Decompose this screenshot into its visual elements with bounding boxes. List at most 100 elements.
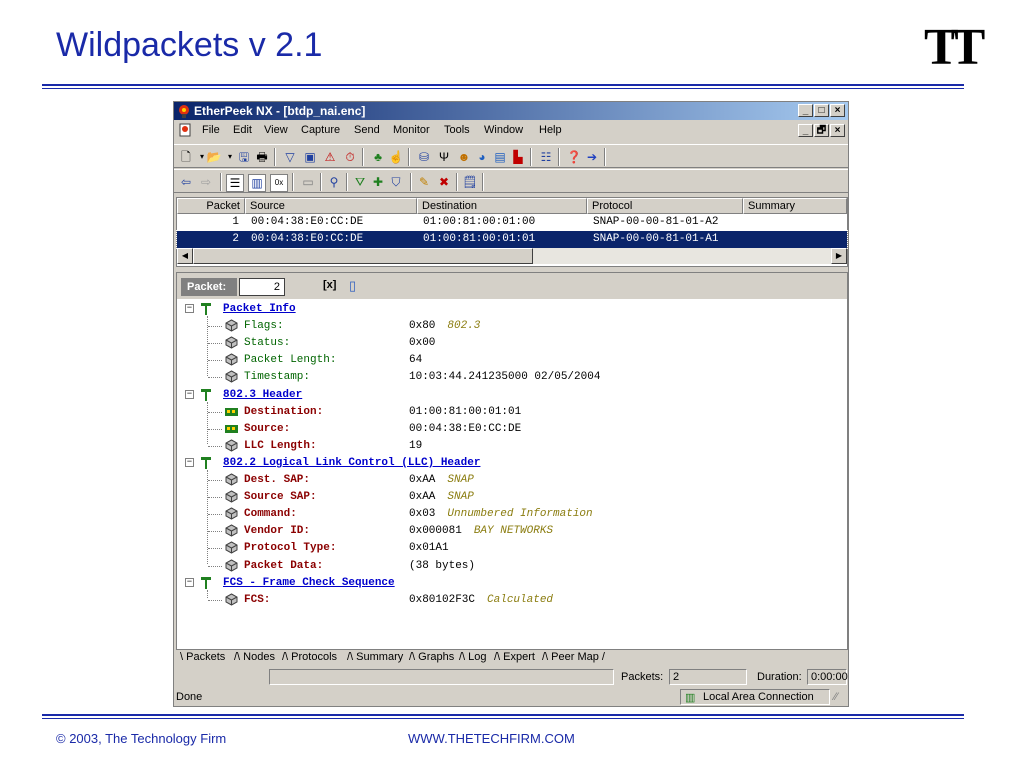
- tree-field-row[interactable]: Source: 00:04:38:E0:CC:DE: [177, 421, 847, 438]
- shield-icon[interactable]: ⛉: [388, 174, 404, 190]
- tab-packets[interactable]: \ Packets: [180, 651, 225, 663]
- tree-field-row[interactable]: LLC Length: 19: [177, 438, 847, 455]
- doc-close-button[interactable]: ×: [830, 124, 845, 137]
- minimize-button[interactable]: _: [798, 104, 813, 117]
- tree-field-row[interactable]: Command: 0x03 Unnumbered Information: [177, 506, 847, 523]
- help-icon[interactable]: ❓: [566, 149, 582, 165]
- section-title[interactable]: 802.2 Logical Link Control (LLC) Header: [223, 457, 480, 469]
- title-bar[interactable]: EtherPeek NX - [btdp_nai.enc] _ □ ×: [174, 102, 848, 120]
- scroll-thumb[interactable]: [193, 248, 533, 264]
- delete-icon[interactable]: ✖: [436, 174, 452, 190]
- tree-field-row[interactable]: Packet Length: 64: [177, 352, 847, 369]
- tab-log[interactable]: /\ Log: [459, 651, 487, 663]
- packet-number-input[interactable]: 2: [239, 278, 285, 296]
- tree-field-row[interactable]: Dest. SAP: 0xAA SNAP: [177, 472, 847, 489]
- back-icon[interactable]: ⇦: [178, 174, 194, 190]
- print-icon[interactable]: 🖶: [254, 149, 270, 165]
- tab-nodes[interactable]: /\ Nodes: [234, 651, 275, 663]
- column-summary[interactable]: Summary: [743, 198, 847, 214]
- menu-edit[interactable]: Edit: [233, 124, 252, 136]
- column-packet[interactable]: Packet: [177, 198, 245, 214]
- column-protocol[interactable]: Protocol: [587, 198, 743, 214]
- properties-icon[interactable]: ☷: [538, 149, 554, 165]
- column-destination[interactable]: Destination: [417, 198, 587, 214]
- tab-graphs[interactable]: /\ Graphs: [409, 651, 454, 663]
- menu-view[interactable]: View: [264, 124, 288, 136]
- close-decode-icon[interactable]: [x]: [323, 279, 336, 291]
- doc-minimize-button[interactable]: _: [798, 124, 813, 137]
- menu-capture[interactable]: Capture: [301, 124, 340, 136]
- document-icon[interactable]: [178, 123, 192, 137]
- tree-section-header[interactable]: − 802.3 Header: [177, 387, 847, 404]
- new-icon[interactable]: 🗋: [178, 149, 194, 165]
- menu-window[interactable]: Window: [484, 124, 523, 136]
- tab-peer-map[interactable]: /\ Peer Map /: [542, 651, 605, 663]
- find-icon[interactable]: ⚲: [326, 174, 342, 190]
- antenna-icon[interactable]: Ψ: [436, 149, 452, 165]
- scroll-right-icon[interactable]: ▶: [831, 248, 847, 264]
- tree-field-row[interactable]: Timestamp: 10:03:44.241235000 02/05/2004: [177, 369, 847, 386]
- filter-funnel-icon[interactable]: ⛛: [352, 174, 368, 190]
- menu-monitor[interactable]: Monitor: [393, 124, 430, 136]
- decode-pane: Packet: 2 [x] ▯ − Packet Info Flags: 0x80 80…: [176, 272, 848, 650]
- toolbar-separator: [482, 173, 484, 191]
- window-icon[interactable]: ▤: [492, 149, 508, 165]
- tree-field-row[interactable]: Status: 0x00: [177, 335, 847, 352]
- filter-icon[interactable]: ▽: [282, 149, 298, 165]
- collapse-toggle-icon[interactable]: −: [185, 304, 194, 313]
- scroll-left-icon[interactable]: ◀: [177, 248, 193, 264]
- tree-section-header[interactable]: − Packet Info: [177, 301, 847, 318]
- bar-chart-icon[interactable]: ▙: [510, 149, 526, 165]
- menu-tools[interactable]: Tools: [444, 124, 470, 136]
- tree-field-row[interactable]: Destination: 01:00:81:00:01:01: [177, 404, 847, 421]
- collapse-toggle-icon[interactable]: −: [185, 577, 194, 587]
- tree-field-row[interactable]: Flags: 0x80 802.3: [177, 318, 847, 335]
- resize-grip-icon[interactable]: ⁄⁄: [834, 691, 838, 703]
- save-icon[interactable]: 🖫: [236, 149, 252, 165]
- menu-file[interactable]: File: [202, 124, 220, 136]
- pointer-icon[interactable]: ☝: [388, 149, 404, 165]
- open-icon[interactable]: 📂: [206, 149, 222, 165]
- collapse-toggle-icon[interactable]: −: [185, 389, 194, 399]
- tree-field-row[interactable]: FCS: 0x80102F3C Calculated: [177, 592, 847, 609]
- table-row[interactable]: 1 00:04:38:E0:CC:DE 01:00:81:00:01:00 SN…: [177, 214, 847, 231]
- trigger-icon[interactable]: ⏱: [342, 149, 358, 165]
- maximize-button[interactable]: □: [814, 104, 829, 117]
- tab-summary[interactable]: /\ Summary: [347, 651, 403, 663]
- layout-icon[interactable]: ▭: [300, 174, 316, 190]
- document-icon[interactable]: ▯: [349, 278, 356, 294]
- close-button[interactable]: ×: [830, 104, 845, 117]
- section-title[interactable]: 802.3 Header: [223, 389, 302, 401]
- tree-section-header[interactable]: − FCS - Frame Check Sequence: [177, 575, 847, 592]
- decode-view-icon[interactable]: ▥: [248, 174, 266, 192]
- tree-field-row[interactable]: Vendor ID: 0x000081 BAY NETWORKS: [177, 523, 847, 540]
- menu-help[interactable]: Help: [539, 124, 562, 136]
- hex-view-icon[interactable]: 0x: [270, 174, 288, 192]
- tree-field-row[interactable]: Packet Data: (38 bytes): [177, 558, 847, 575]
- alert-icon[interactable]: ⚠: [322, 149, 338, 165]
- section-title[interactable]: Packet Info: [223, 303, 296, 315]
- edit-icon[interactable]: ✎: [416, 174, 432, 190]
- note-icon[interactable]: 🗒: [462, 174, 478, 190]
- doc-restore-button[interactable]: 🗗: [814, 124, 829, 137]
- capture-icon[interactable]: ▣: [302, 149, 318, 165]
- filter-add-icon[interactable]: ✚: [370, 174, 386, 190]
- list-view-icon[interactable]: ☰: [226, 174, 244, 192]
- tree-section-header[interactable]: − 802.2 Logical Link Control (LLC) Header: [177, 455, 847, 472]
- tree-field-row[interactable]: Protocol Type: 0x01A1: [177, 540, 847, 557]
- forward-icon[interactable]: ⇨: [198, 174, 214, 190]
- table-row-selected[interactable]: 2 00:04:38:E0:CC:DE 01:00:81:00:01:01 SN…: [176, 230, 848, 249]
- arrow-right-icon[interactable]: ➔: [584, 149, 600, 165]
- tree-icon[interactable]: ♣: [370, 149, 386, 165]
- globe-icon[interactable]: ◕: [474, 149, 490, 165]
- user-icon[interactable]: ☻: [456, 149, 472, 165]
- section-title[interactable]: FCS - Frame Check Sequence: [223, 577, 395, 589]
- column-source[interactable]: Source: [245, 198, 417, 214]
- tree-field-row[interactable]: Source SAP: 0xAA SNAP: [177, 489, 847, 506]
- tab-protocols[interactable]: /\ Protocols: [282, 651, 337, 663]
- horizontal-scrollbar[interactable]: ◀ ▶: [177, 248, 847, 264]
- network-icon[interactable]: ⛁: [416, 149, 432, 165]
- tab-expert[interactable]: /\ Expert: [494, 651, 535, 663]
- menu-send[interactable]: Send: [354, 124, 380, 136]
- collapse-toggle-icon[interactable]: −: [185, 457, 194, 467]
